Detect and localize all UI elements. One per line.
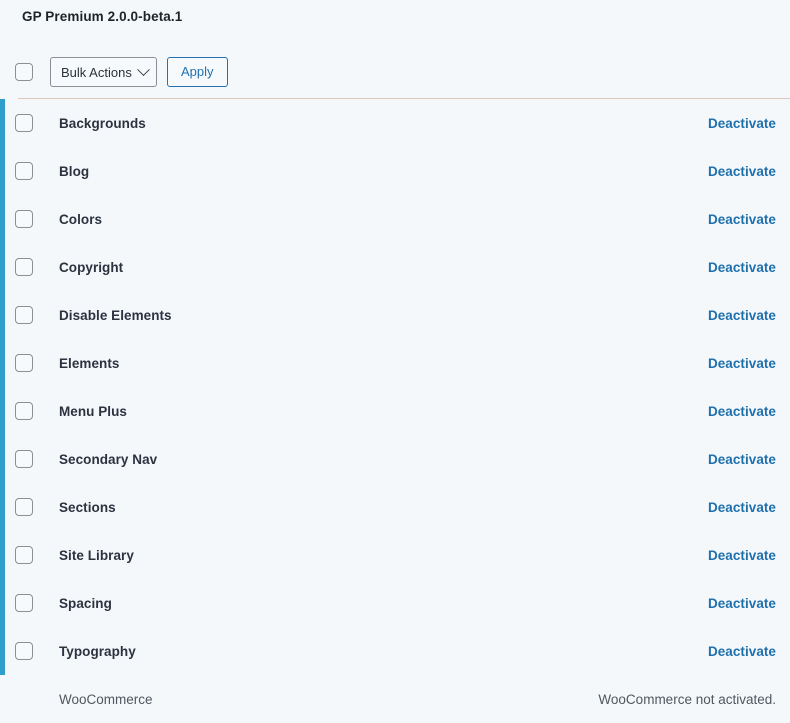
- page-title: GP Premium 2.0.0-beta.1: [22, 9, 183, 24]
- row-checkbox[interactable]: [15, 642, 33, 660]
- inactive-module-row: WooCommerce WooCommerce not activated.: [0, 675, 790, 723]
- deactivate-link[interactable]: Deactivate: [708, 116, 776, 131]
- deactivate-link[interactable]: Deactivate: [708, 260, 776, 275]
- row-checkbox[interactable]: [15, 210, 33, 228]
- row-checkbox[interactable]: [15, 450, 33, 468]
- bulk-actions-toolbar: Bulk Actions Apply: [0, 52, 790, 92]
- module-name: Spacing: [59, 595, 112, 611]
- module-name: Backgrounds: [59, 115, 146, 131]
- row-checkbox[interactable]: [15, 546, 33, 564]
- table-row: Spacing Deactivate: [0, 579, 790, 627]
- table-row: Secondary Nav Deactivate: [0, 435, 790, 483]
- deactivate-link[interactable]: Deactivate: [708, 356, 776, 371]
- table-row: Copyright Deactivate: [0, 243, 790, 291]
- row-checkbox[interactable]: [15, 306, 33, 324]
- module-name: Copyright: [59, 259, 124, 275]
- table-row: Blog Deactivate: [0, 147, 790, 195]
- row-checkbox[interactable]: [15, 114, 33, 132]
- chevron-down-icon: [136, 62, 150, 76]
- apply-button[interactable]: Apply: [167, 57, 228, 87]
- deactivate-link[interactable]: Deactivate: [708, 500, 776, 515]
- deactivate-link[interactable]: Deactivate: [708, 164, 776, 179]
- module-name: Disable Elements: [59, 307, 172, 323]
- deactivate-link[interactable]: Deactivate: [708, 596, 776, 611]
- deactivate-link[interactable]: Deactivate: [708, 548, 776, 563]
- gp-premium-modules-page: GP Premium 2.0.0-beta.1 Bulk Actions App…: [0, 0, 790, 722]
- module-name: Elements: [59, 355, 120, 371]
- deactivate-link[interactable]: Deactivate: [708, 212, 776, 227]
- table-row: Disable Elements Deactivate: [0, 291, 790, 339]
- table-row: Elements Deactivate: [0, 339, 790, 387]
- table-row: Site Library Deactivate: [0, 531, 790, 579]
- bulk-actions-select[interactable]: Bulk Actions: [50, 57, 157, 87]
- row-checkbox[interactable]: [15, 162, 33, 180]
- module-name: Sections: [59, 499, 116, 515]
- row-checkbox[interactable]: [15, 258, 33, 276]
- row-checkbox[interactable]: [15, 354, 33, 372]
- deactivate-link[interactable]: Deactivate: [708, 644, 776, 659]
- row-checkbox[interactable]: [15, 402, 33, 420]
- table-row: Typography Deactivate: [0, 627, 790, 675]
- table-row: Menu Plus Deactivate: [0, 387, 790, 435]
- module-name: Typography: [59, 643, 136, 659]
- select-all-checkbox[interactable]: [15, 63, 33, 81]
- module-name: Colors: [59, 211, 103, 227]
- deactivate-link[interactable]: Deactivate: [708, 308, 776, 323]
- module-name: Menu Plus: [59, 403, 127, 419]
- table-row: Sections Deactivate: [0, 483, 790, 531]
- bulk-actions-select-value: Bulk Actions: [61, 64, 132, 80]
- deactivate-link[interactable]: Deactivate: [708, 452, 776, 467]
- module-status: WooCommerce not activated.: [598, 691, 776, 707]
- module-list: Backgrounds Deactivate Blog Deactivate Color…: [0, 99, 790, 723]
- module-name: Secondary Nav: [59, 451, 158, 467]
- row-checkbox[interactable]: [15, 498, 33, 516]
- module-name: Blog: [59, 163, 90, 179]
- module-name: Site Library: [59, 547, 134, 563]
- module-name: WooCommerce: [59, 691, 153, 707]
- table-row: Colors Deactivate: [0, 195, 790, 243]
- table-row: Backgrounds Deactivate: [0, 99, 790, 147]
- row-checkbox[interactable]: [15, 594, 33, 612]
- deactivate-link[interactable]: Deactivate: [708, 404, 776, 419]
